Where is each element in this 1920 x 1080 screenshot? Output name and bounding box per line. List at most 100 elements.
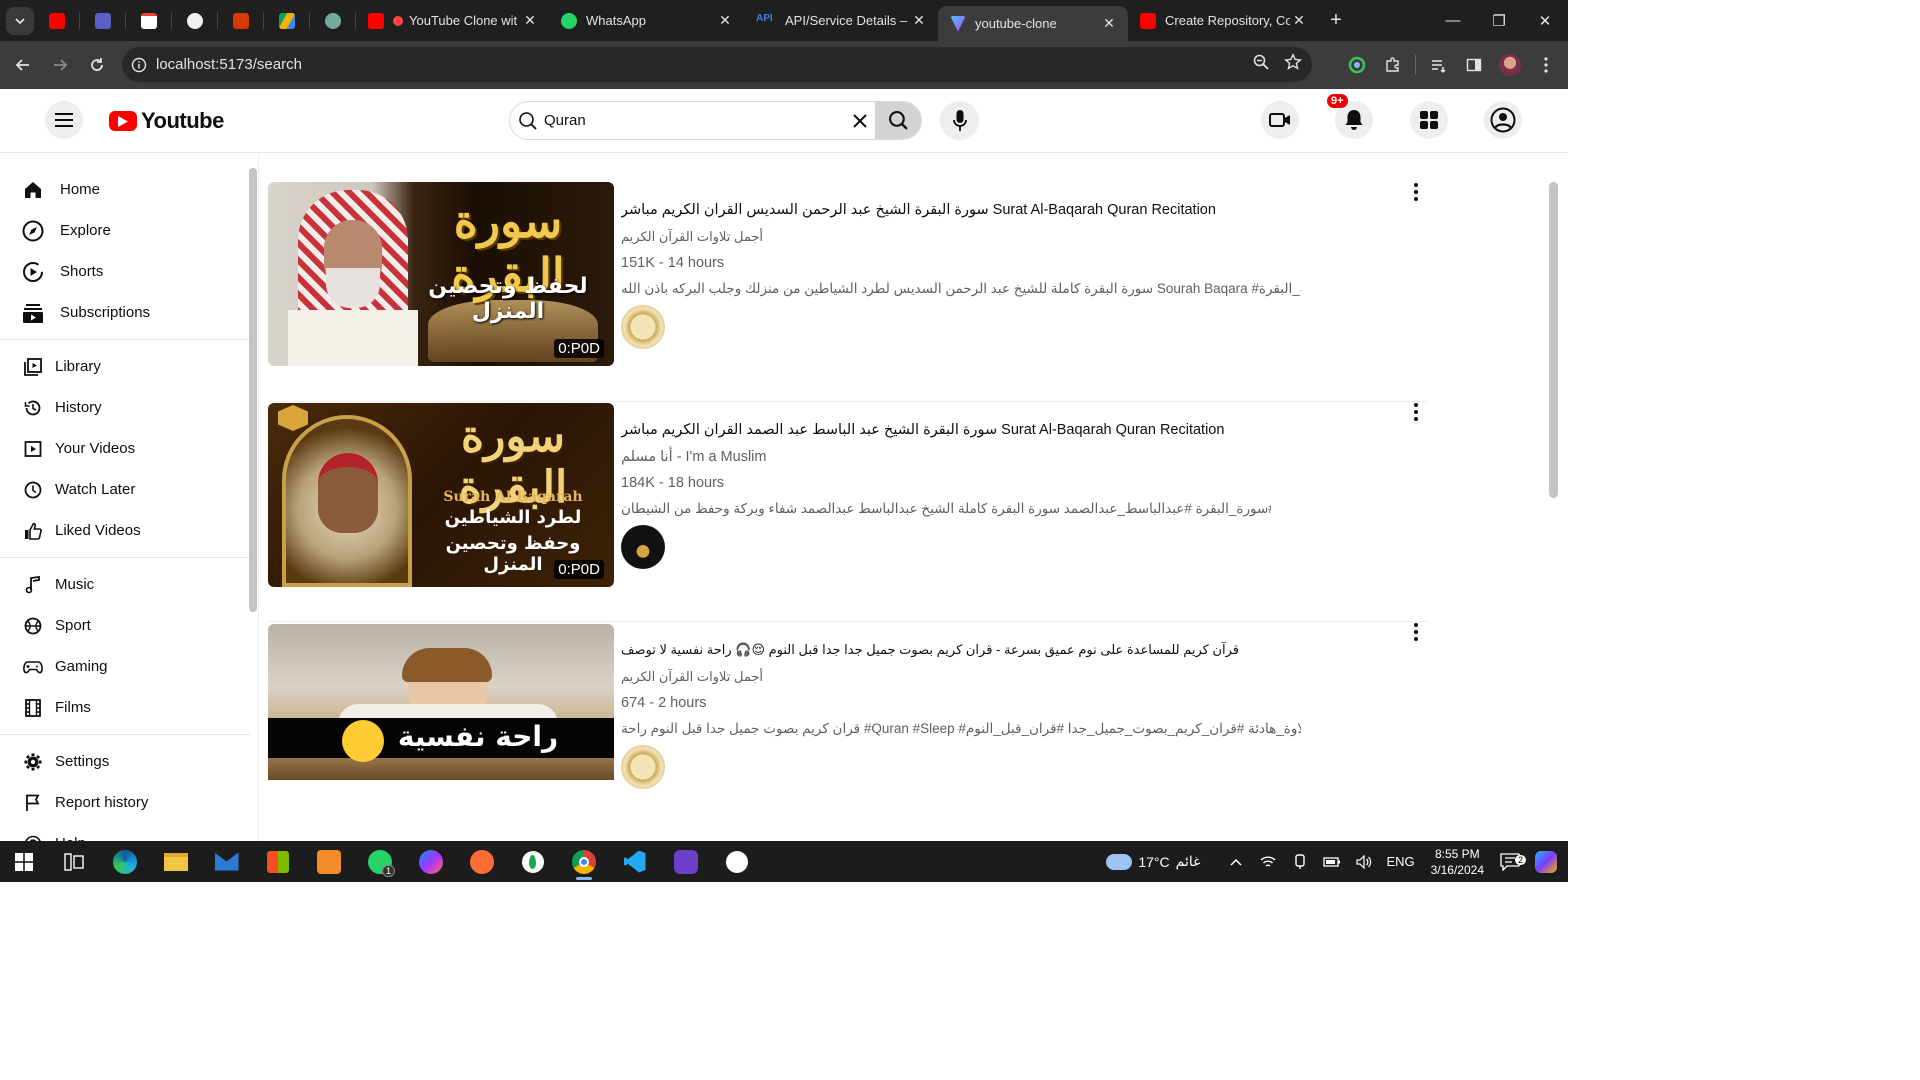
channel-avatar[interactable] (621, 305, 665, 349)
taskbar-messenger[interactable] (405, 841, 456, 882)
sidebar-item-gaming[interactable]: Gaming (0, 646, 250, 687)
search-input[interactable] (544, 112, 844, 129)
forward-button[interactable] (42, 47, 78, 83)
sidebar-item-history[interactable]: History (0, 387, 250, 428)
system-clock[interactable]: 8:55 PM 3/16/2024 (1431, 846, 1484, 878)
tab-create-repository[interactable]: Create Repository, Con ✕ (1128, 0, 1318, 41)
youtube-logo[interactable]: Youtube (109, 108, 224, 134)
video-thumbnail[interactable]: سورة البقرة لحفظ وتحصين المنزل 0:P0D (268, 182, 614, 366)
sidebar-item-subscriptions[interactable]: Subscriptions (0, 292, 250, 333)
task-view-button[interactable] (48, 841, 99, 882)
pinned-tab-drive[interactable] (264, 0, 310, 41)
notifications-button[interactable]: 9+ (1327, 94, 1373, 139)
pinned-tab-teams[interactable] (80, 0, 126, 41)
close-window-icon[interactable]: ✕ (1522, 0, 1568, 41)
taskbar-app-orange[interactable] (303, 841, 354, 882)
sidebar-item-watch-later[interactable]: Watch Later (0, 469, 250, 510)
video-title[interactable]: سورة البقرة الشيخ عبد الرحمن السديس القر… (621, 202, 1401, 218)
tab-api-details[interactable]: API API/Service Details – A ✕ (744, 0, 938, 41)
tab-search-button[interactable] (6, 6, 34, 35)
pinned-tab-youtube[interactable] (34, 0, 80, 41)
back-button[interactable] (5, 47, 41, 83)
pinned-tab-github[interactable] (172, 0, 218, 41)
taskbar-app-white[interactable] (711, 841, 762, 882)
taskbar-mail[interactable] (201, 841, 252, 882)
sidebar-item-music[interactable]: Music (0, 564, 250, 605)
start-button[interactable] (0, 841, 48, 882)
tab-whatsapp[interactable]: WhatsApp ✕ (549, 0, 744, 41)
video-options-button[interactable] (1406, 182, 1426, 202)
weather-widget[interactable]: 17°C غائم (1106, 853, 1200, 870)
side-panel-icon[interactable] (1460, 51, 1488, 79)
taskbar-store[interactable] (252, 841, 303, 882)
clear-search-button[interactable] (845, 102, 875, 139)
reading-list-icon[interactable] (1424, 51, 1452, 79)
search-button[interactable] (875, 102, 921, 139)
restore-icon[interactable]: ❐ (1476, 0, 1522, 41)
zoom-icon[interactable] (1252, 53, 1270, 76)
sidebar-item-explore[interactable]: Explore (0, 210, 250, 251)
taskbar-whatsapp[interactable]: 1 (354, 841, 405, 882)
sidebar-item-library[interactable]: Library (0, 346, 250, 387)
channel-name[interactable]: أجمل تلاوات القرآن الكريم (621, 669, 1401, 685)
voice-search-button[interactable] (940, 101, 979, 140)
video-title[interactable]: سورة البقرة الشيخ عبد الباسط عبد الصمد ا… (621, 422, 1401, 438)
taskbar-chrome[interactable] (558, 841, 609, 882)
close-icon[interactable]: ✕ (1100, 15, 1118, 32)
browser-menu-icon[interactable] (1532, 51, 1560, 79)
video-thumbnail[interactable]: راحة نفسية (268, 624, 614, 780)
minimize-icon[interactable]: — (1430, 0, 1476, 41)
reload-button[interactable] (79, 47, 115, 83)
taskbar-postman[interactable] (456, 841, 507, 882)
video-options-button[interactable] (1406, 622, 1426, 642)
sidebar-item-your-videos[interactable]: Your Videos (0, 428, 250, 469)
volume-icon[interactable] (1348, 854, 1380, 869)
pinned-tab-chatgpt[interactable] (310, 0, 356, 41)
profile-avatar[interactable] (1496, 51, 1524, 79)
close-icon[interactable]: ✕ (716, 12, 734, 29)
menu-button[interactable] (45, 101, 83, 139)
input-language[interactable]: ENG (1386, 854, 1414, 869)
address-bar[interactable]: localhost:5173/search (122, 47, 1312, 82)
video-result[interactable]: سورة البقرة لحفظ وتحصين المنزل 0:P0D سور… (268, 182, 1428, 402)
pinned-tab-gmail[interactable] (126, 0, 172, 41)
channel-avatar[interactable] (621, 525, 665, 569)
sidebar-scrollbar[interactable] (249, 168, 257, 612)
wifi-icon[interactable] (1252, 855, 1284, 869)
new-tab-button[interactable]: + (1318, 9, 1354, 32)
video-title[interactable]: قرآن كريم للمساعدة على نوم عميق بسرعة - … (621, 642, 1401, 658)
sidebar-item-films[interactable]: Films (0, 687, 250, 728)
site-info-icon[interactable] (122, 57, 156, 73)
sidebar-item-shorts[interactable]: Shorts (0, 251, 250, 292)
channel-name[interactable]: أنا مسلم - I'm a Muslim (621, 449, 1401, 465)
sidebar-item-home[interactable]: Home (0, 169, 250, 210)
extension-green-icon[interactable] (1343, 51, 1371, 79)
close-icon[interactable]: ✕ (1290, 12, 1308, 29)
battery-icon[interactable] (1316, 856, 1348, 868)
show-hidden-icons-button[interactable] (1220, 858, 1252, 866)
taskbar-edge[interactable] (99, 841, 150, 882)
taskbar-file-explorer[interactable] (150, 841, 201, 882)
account-button[interactable] (1484, 101, 1522, 139)
video-result[interactable]: راحة نفسية قرآن كريم للمساعدة على نوم عم… (268, 622, 1428, 789)
video-thumbnail[interactable]: سورة البقرة Surah Al Baqarah لطرد الشياط… (268, 403, 614, 587)
video-options-button[interactable] (1406, 402, 1426, 422)
extensions-puzzle-icon[interactable] (1379, 51, 1407, 79)
sidebar-item-report-history[interactable]: Report history (0, 782, 250, 823)
main-scrollbar[interactable] (1549, 182, 1558, 498)
close-icon[interactable]: ✕ (521, 12, 539, 29)
video-result[interactable]: سورة البقرة Surah Al Baqarah لطرد الشياط… (268, 402, 1428, 622)
create-video-button[interactable] (1261, 101, 1299, 139)
tab-youtube-clone[interactable]: youtube-clone ✕ (938, 6, 1128, 41)
channel-avatar[interactable] (621, 745, 665, 789)
sidebar-item-sport[interactable]: Sport (0, 605, 250, 646)
taskbar-mongodb[interactable] (507, 841, 558, 882)
apps-button[interactable] (1410, 101, 1448, 139)
tab-youtube-clone-tutorial[interactable]: YouTube Clone wit ✕ (356, 0, 549, 41)
close-icon[interactable]: ✕ (910, 12, 928, 29)
copilot-icon[interactable] (1530, 850, 1562, 873)
sidebar-item-liked-videos[interactable]: Liked Videos (0, 510, 250, 551)
sidebar-item-settings[interactable]: Settings (0, 741, 250, 782)
bookmark-star-icon[interactable] (1284, 53, 1302, 76)
pinned-tab-office[interactable] (218, 0, 264, 41)
